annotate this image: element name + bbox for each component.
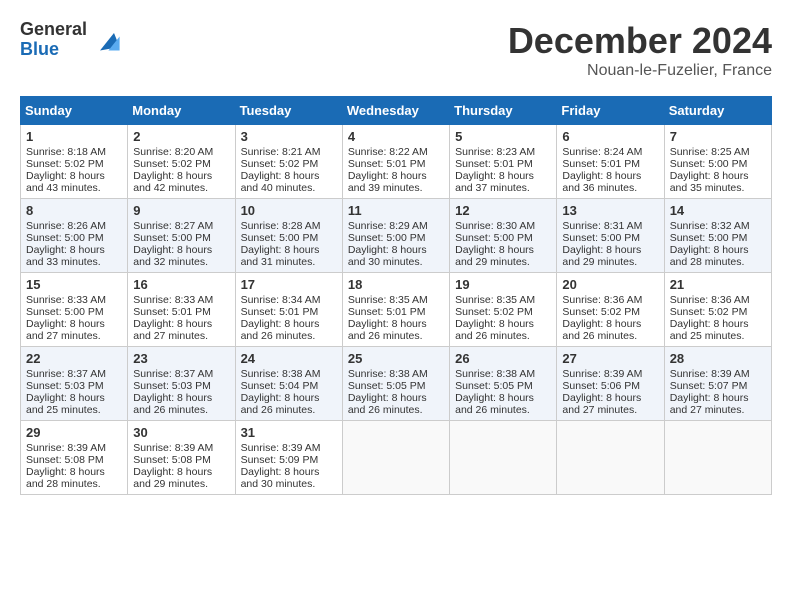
day-cell-29: 29Sunrise: 8:39 AMSunset: 5:08 PMDayligh…	[21, 421, 128, 495]
day-cell-1: 1Sunrise: 8:18 AMSunset: 5:02 PMDaylight…	[21, 125, 128, 199]
day-cell-22: 22Sunrise: 8:37 AMSunset: 5:03 PMDayligh…	[21, 347, 128, 421]
col-friday: Friday	[557, 97, 664, 125]
calendar-row-3: 15Sunrise: 8:33 AMSunset: 5:00 PMDayligh…	[21, 273, 772, 347]
day-number: 26	[455, 351, 551, 366]
empty-cell	[342, 421, 449, 495]
day-cell-2: 2Sunrise: 8:20 AMSunset: 5:02 PMDaylight…	[128, 125, 235, 199]
day-cell-12: 12Sunrise: 8:30 AMSunset: 5:00 PMDayligh…	[450, 199, 557, 273]
day-number: 21	[670, 277, 766, 292]
day-number: 14	[670, 203, 766, 218]
day-cell-24: 24Sunrise: 8:38 AMSunset: 5:04 PMDayligh…	[235, 347, 342, 421]
day-cell-10: 10Sunrise: 8:28 AMSunset: 5:00 PMDayligh…	[235, 199, 342, 273]
day-number: 24	[241, 351, 337, 366]
day-number: 20	[562, 277, 658, 292]
day-cell-9: 9Sunrise: 8:27 AMSunset: 5:00 PMDaylight…	[128, 199, 235, 273]
day-number: 8	[26, 203, 122, 218]
day-number: 12	[455, 203, 551, 218]
day-number: 4	[348, 129, 444, 144]
day-number: 27	[562, 351, 658, 366]
day-cell-18: 18Sunrise: 8:35 AMSunset: 5:01 PMDayligh…	[342, 273, 449, 347]
day-number: 25	[348, 351, 444, 366]
day-cell-27: 27Sunrise: 8:39 AMSunset: 5:06 PMDayligh…	[557, 347, 664, 421]
col-wednesday: Wednesday	[342, 97, 449, 125]
day-cell-20: 20Sunrise: 8:36 AMSunset: 5:02 PMDayligh…	[557, 273, 664, 347]
logo-icon	[93, 26, 121, 54]
day-number: 16	[133, 277, 229, 292]
calendar-table: Sunday Monday Tuesday Wednesday Thursday…	[20, 96, 772, 495]
col-saturday: Saturday	[664, 97, 771, 125]
col-sunday: Sunday	[21, 97, 128, 125]
title-block: December 2024 Nouan-le-Fuzelier, France	[508, 20, 772, 80]
day-number: 29	[26, 425, 122, 440]
day-number: 3	[241, 129, 337, 144]
page-header: General Blue December 2024 Nouan-le-Fuze…	[20, 20, 772, 80]
col-thursday: Thursday	[450, 97, 557, 125]
day-cell-3: 3Sunrise: 8:21 AMSunset: 5:02 PMDaylight…	[235, 125, 342, 199]
day-number: 1	[26, 129, 122, 144]
day-cell-8: 8Sunrise: 8:26 AMSunset: 5:00 PMDaylight…	[21, 199, 128, 273]
day-number: 6	[562, 129, 658, 144]
day-cell-4: 4Sunrise: 8:22 AMSunset: 5:01 PMDaylight…	[342, 125, 449, 199]
logo-general: General	[20, 20, 87, 40]
day-number: 28	[670, 351, 766, 366]
empty-cell	[450, 421, 557, 495]
calendar-row-2: 8Sunrise: 8:26 AMSunset: 5:00 PMDaylight…	[21, 199, 772, 273]
empty-cell	[557, 421, 664, 495]
day-number: 15	[26, 277, 122, 292]
day-cell-17: 17Sunrise: 8:34 AMSunset: 5:01 PMDayligh…	[235, 273, 342, 347]
header-row: Sunday Monday Tuesday Wednesday Thursday…	[21, 97, 772, 125]
day-cell-19: 19Sunrise: 8:35 AMSunset: 5:02 PMDayligh…	[450, 273, 557, 347]
day-number: 10	[241, 203, 337, 218]
day-cell-28: 28Sunrise: 8:39 AMSunset: 5:07 PMDayligh…	[664, 347, 771, 421]
col-tuesday: Tuesday	[235, 97, 342, 125]
day-cell-16: 16Sunrise: 8:33 AMSunset: 5:01 PMDayligh…	[128, 273, 235, 347]
day-cell-11: 11Sunrise: 8:29 AMSunset: 5:00 PMDayligh…	[342, 199, 449, 273]
day-cell-6: 6Sunrise: 8:24 AMSunset: 5:01 PMDaylight…	[557, 125, 664, 199]
day-number: 18	[348, 277, 444, 292]
day-number: 31	[241, 425, 337, 440]
day-number: 13	[562, 203, 658, 218]
day-cell-23: 23Sunrise: 8:37 AMSunset: 5:03 PMDayligh…	[128, 347, 235, 421]
day-number: 19	[455, 277, 551, 292]
empty-cell	[664, 421, 771, 495]
day-cell-5: 5Sunrise: 8:23 AMSunset: 5:01 PMDaylight…	[450, 125, 557, 199]
day-number: 22	[26, 351, 122, 366]
calendar-row-5: 29Sunrise: 8:39 AMSunset: 5:08 PMDayligh…	[21, 421, 772, 495]
day-number: 9	[133, 203, 229, 218]
month-title: December 2024	[508, 20, 772, 62]
calendar-row-1: 1Sunrise: 8:18 AMSunset: 5:02 PMDaylight…	[21, 125, 772, 199]
logo-blue: Blue	[20, 40, 87, 60]
location: Nouan-le-Fuzelier, France	[508, 62, 772, 80]
logo: General Blue	[20, 20, 121, 60]
day-number: 11	[348, 203, 444, 218]
day-cell-7: 7Sunrise: 8:25 AMSunset: 5:00 PMDaylight…	[664, 125, 771, 199]
day-cell-26: 26Sunrise: 8:38 AMSunset: 5:05 PMDayligh…	[450, 347, 557, 421]
day-number: 23	[133, 351, 229, 366]
day-cell-21: 21Sunrise: 8:36 AMSunset: 5:02 PMDayligh…	[664, 273, 771, 347]
day-cell-31: 31Sunrise: 8:39 AMSunset: 5:09 PMDayligh…	[235, 421, 342, 495]
day-cell-13: 13Sunrise: 8:31 AMSunset: 5:00 PMDayligh…	[557, 199, 664, 273]
col-monday: Monday	[128, 97, 235, 125]
day-number: 30	[133, 425, 229, 440]
day-cell-25: 25Sunrise: 8:38 AMSunset: 5:05 PMDayligh…	[342, 347, 449, 421]
day-cell-30: 30Sunrise: 8:39 AMSunset: 5:08 PMDayligh…	[128, 421, 235, 495]
day-number: 5	[455, 129, 551, 144]
day-cell-15: 15Sunrise: 8:33 AMSunset: 5:00 PMDayligh…	[21, 273, 128, 347]
day-number: 7	[670, 129, 766, 144]
day-number: 2	[133, 129, 229, 144]
calendar-row-4: 22Sunrise: 8:37 AMSunset: 5:03 PMDayligh…	[21, 347, 772, 421]
day-number: 17	[241, 277, 337, 292]
day-cell-14: 14Sunrise: 8:32 AMSunset: 5:00 PMDayligh…	[664, 199, 771, 273]
